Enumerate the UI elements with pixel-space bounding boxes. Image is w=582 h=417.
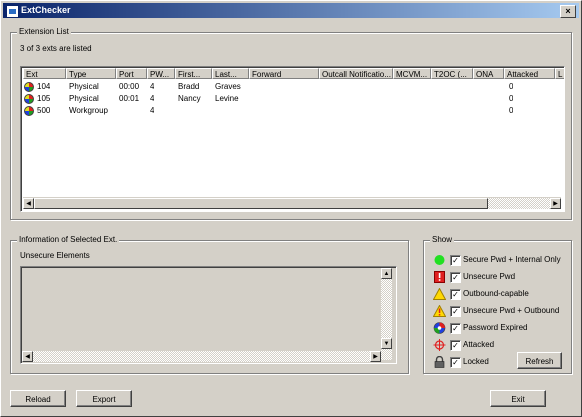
checkbox-unsecure[interactable]: ✓ — [450, 272, 461, 283]
h-scroll-track[interactable] — [33, 351, 370, 362]
reload-button[interactable]: Reload — [10, 390, 66, 407]
unsecure-elements-label: Unsecure Elements — [20, 251, 90, 260]
col-l[interactable]: L — [555, 68, 564, 79]
table-row[interactable]: 105 Physical 00:01 4 Nancy Levine 0 — [23, 93, 561, 105]
extension-list-view[interactable]: Ext Type Port PW... First... Last... For… — [20, 66, 565, 212]
export-button[interactable]: Export — [76, 390, 132, 407]
password-expired-icon — [24, 106, 34, 116]
exit-button[interactable]: Exit — [490, 390, 546, 407]
cell-ext: 104 — [37, 82, 51, 91]
show-item-label: Password Expired — [463, 323, 528, 332]
cell-type: Physical — [69, 94, 99, 103]
password-expired-icon — [24, 94, 34, 104]
scroll-right-button[interactable]: ▶ — [550, 198, 561, 209]
lock-icon — [434, 356, 445, 368]
col-t2oc[interactable]: T2OC (... — [431, 68, 473, 79]
show-item-label: Outbound-capable — [463, 289, 529, 298]
scroll-left-button[interactable]: ◀ — [23, 198, 34, 209]
title-bar[interactable]: ExtChecker × — [3, 3, 579, 18]
col-forward[interactable]: Forward — [249, 68, 319, 79]
ext-count-text: 3 of 3 exts are listed — [20, 44, 92, 53]
cell-type: Physical — [69, 82, 99, 91]
col-type[interactable]: Type — [66, 68, 116, 79]
crosshair-icon — [433, 339, 446, 351]
checkbox-outbound[interactable]: ✓ — [450, 289, 461, 300]
red-exclamation-icon — [434, 271, 445, 283]
checkbox-attacked[interactable]: ✓ — [450, 340, 461, 351]
cell-pw: 4 — [150, 94, 155, 103]
yellow-triangle-icon — [433, 288, 446, 300]
scroll-down-button[interactable]: ▼ — [381, 338, 392, 349]
warning-triangle-icon — [433, 305, 446, 317]
cell-attacked: 0 — [509, 82, 514, 91]
show-item-label: Secure Pwd + Internal Only — [463, 255, 561, 264]
cell-port: 00:01 — [119, 94, 140, 103]
cell-first: Nancy — [178, 94, 201, 103]
table-row[interactable]: 500 Workgroup 4 0 — [23, 105, 561, 117]
refresh-button[interactable]: Refresh — [517, 352, 562, 369]
cell-pw: 4 — [150, 82, 155, 91]
cell-first: Bradd — [178, 82, 200, 91]
show-item-label: Attacked — [463, 340, 495, 349]
scroll-thumb[interactable] — [34, 198, 488, 209]
scroll-up-button[interactable]: ▲ — [381, 268, 392, 279]
green-circle-icon — [434, 255, 445, 265]
col-attacked[interactable]: Attacked — [504, 68, 555, 79]
scroll-left-button[interactable]: ◀ — [22, 351, 33, 362]
cell-type: Workgroup — [69, 106, 108, 115]
checkbox-secure[interactable]: ✓ — [450, 255, 461, 266]
app-icon — [6, 5, 19, 18]
show-legend: Show — [430, 235, 455, 244]
cell-port: 00:00 — [119, 82, 140, 91]
show-item-label: Unsecure Pwd — [463, 272, 516, 281]
cell-pw: 4 — [150, 106, 155, 115]
cell-last: Levine — [215, 94, 239, 103]
scroll-track[interactable] — [488, 198, 550, 209]
cell-ext: 500 — [37, 106, 51, 115]
unsecure-elements-box[interactable]: ▲ ▼ ◀ ▶ — [20, 266, 397, 364]
table-row[interactable]: 104 Physical 00:00 4 Bradd Graves 0 — [23, 81, 561, 93]
extension-list-legend: Extension List — [17, 27, 71, 36]
cell-attacked: 0 — [509, 94, 514, 103]
scroll-right-button[interactable]: ▶ — [370, 351, 381, 362]
close-button[interactable]: × — [560, 5, 576, 18]
col-ext[interactable]: Ext — [23, 68, 66, 79]
show-item-label: Locked — [463, 357, 489, 366]
password-expired-icon — [433, 322, 446, 334]
checkbox-password-expired[interactable]: ✓ — [450, 323, 461, 334]
password-expired-icon — [24, 82, 34, 92]
horizontal-scrollbar[interactable]: ◀ ▶ — [23, 197, 561, 209]
col-outcall-notification[interactable]: Outcall Notificatio... — [319, 68, 393, 79]
window-title: ExtChecker — [21, 5, 71, 15]
col-port[interactable]: Port — [116, 68, 147, 79]
col-first[interactable]: First... — [175, 68, 212, 79]
cell-attacked: 0 — [509, 106, 514, 115]
checkbox-locked[interactable]: ✓ — [450, 357, 461, 368]
show-item-label: Unsecure Pwd + Outbound — [463, 306, 560, 315]
checkbox-unsecure-outbound[interactable]: ✓ — [450, 306, 461, 317]
selected-ext-info-legend: Information of Selected Ext. — [17, 235, 120, 244]
cell-last: Graves — [215, 82, 241, 91]
col-pw[interactable]: PW... — [147, 68, 175, 79]
col-last[interactable]: Last... — [212, 68, 249, 79]
cell-ext: 105 — [37, 94, 51, 103]
col-mcvm[interactable]: MCVM... — [393, 68, 431, 79]
col-ona[interactable]: ONA — [473, 68, 504, 79]
